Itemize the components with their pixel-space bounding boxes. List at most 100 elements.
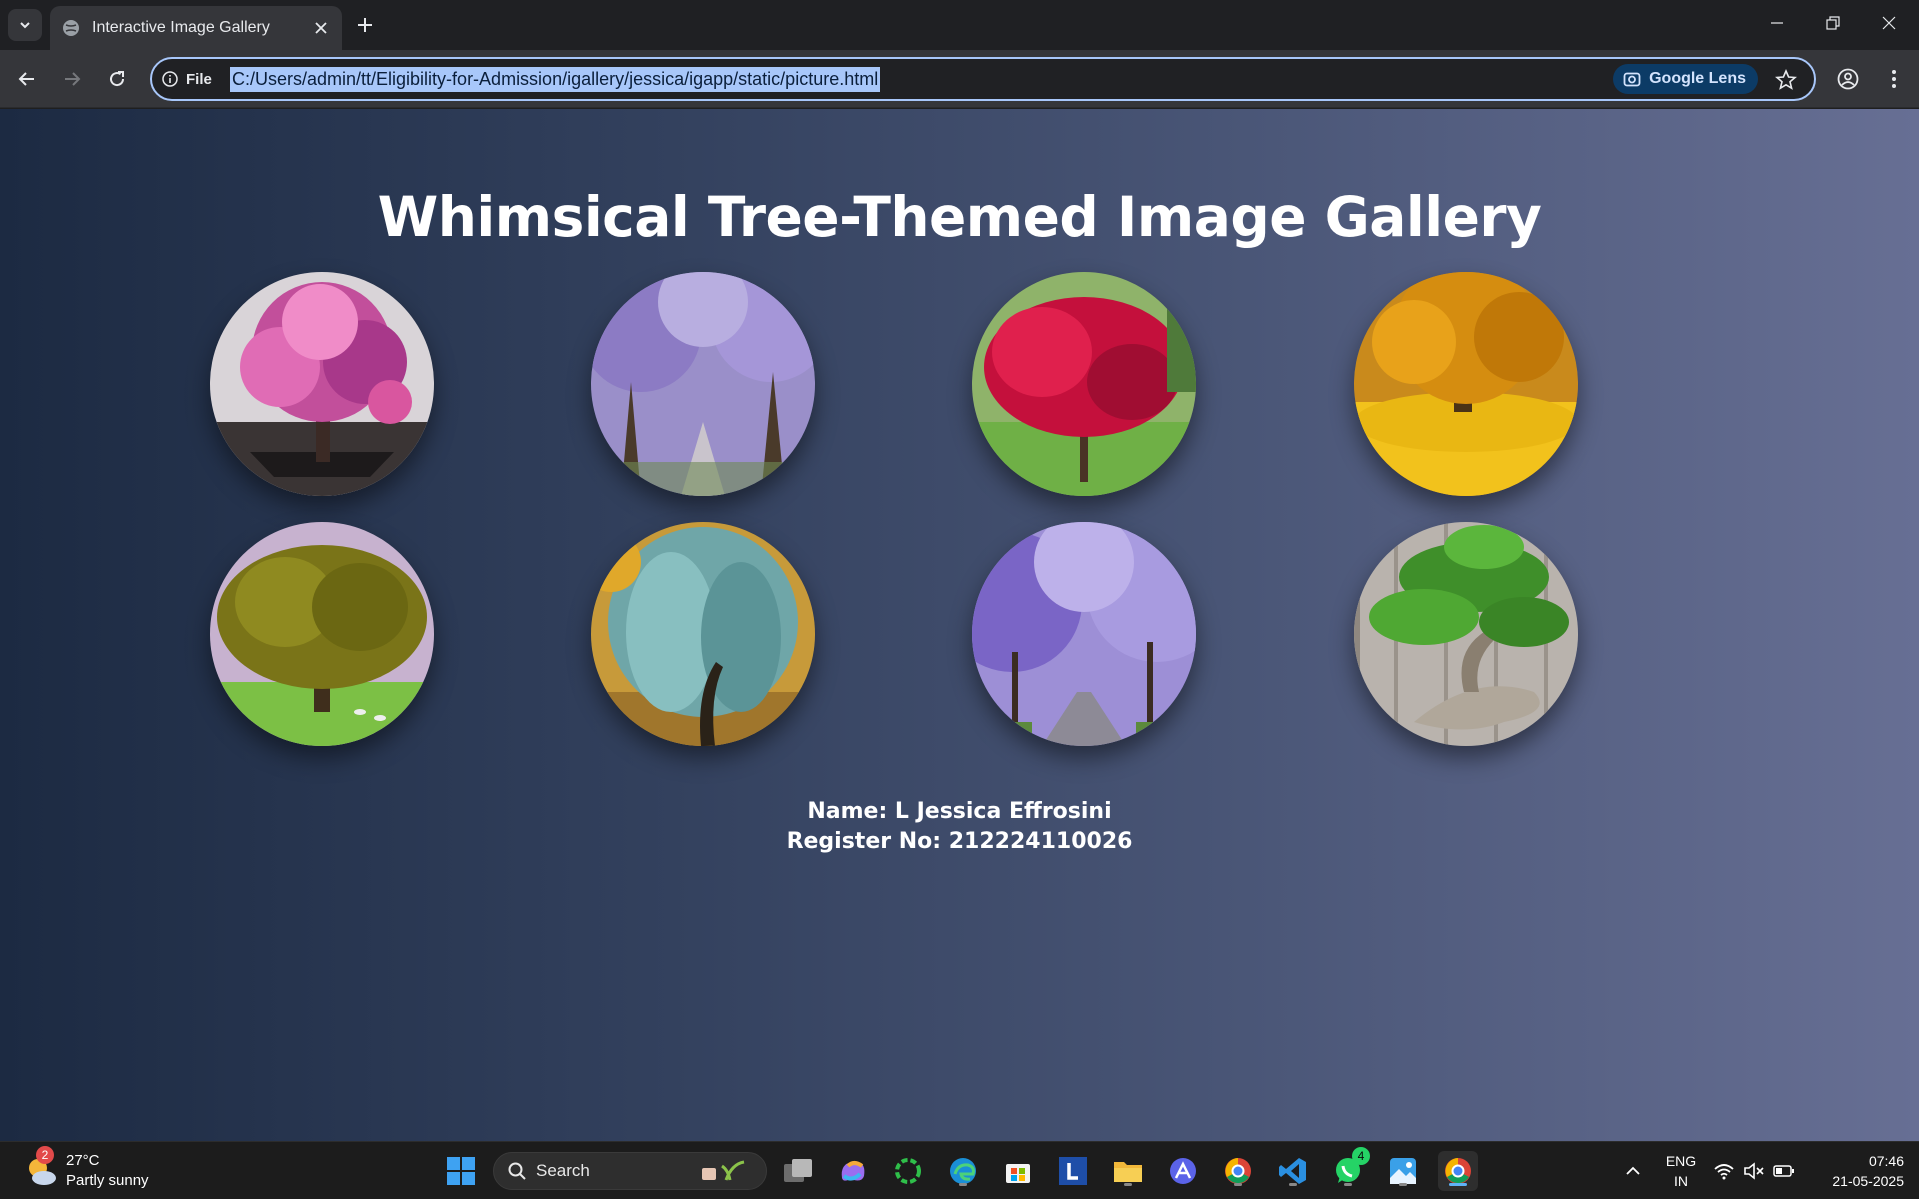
l-app[interactable] <box>1053 1151 1093 1191</box>
vscode-icon <box>1279 1158 1306 1184</box>
site-info-label: File <box>186 70 212 88</box>
show-hidden-icons-button[interactable] <box>1613 1151 1653 1191</box>
running-indicator <box>1234 1183 1242 1186</box>
close-icon <box>1882 16 1896 30</box>
new-tab-button[interactable] <box>350 10 380 40</box>
chrome-app-active[interactable] <box>1438 1151 1478 1191</box>
chevron-up-icon <box>1626 1166 1640 1175</box>
edge-icon <box>950 1158 976 1184</box>
google-lens-label: Google Lens <box>1649 70 1746 87</box>
minimize-icon <box>1771 22 1783 24</box>
running-indicator <box>1289 1183 1297 1186</box>
page-content: Whimsical Tree-Themed Image Gallery Name… <box>0 109 1919 1141</box>
whatsapp-app[interactable]: 4 <box>1328 1147 1370 1191</box>
taskbar-search[interactable]: Search <box>493 1152 767 1190</box>
wifi-icon <box>1714 1164 1734 1180</box>
minimize-button[interactable] <box>1749 0 1805 46</box>
search-icon <box>508 1162 526 1180</box>
windows-logo-icon <box>447 1157 475 1185</box>
task-view-button[interactable] <box>778 1151 818 1191</box>
gallery-image-oak-meadow[interactable] <box>210 522 434 746</box>
gallery-image-weeping-willow[interactable] <box>591 522 815 746</box>
google-lens-button[interactable]: Google Lens <box>1613 64 1758 94</box>
letter-l-icon <box>1059 1157 1087 1185</box>
start-button[interactable] <box>441 1151 481 1191</box>
clock-time: 07:46 <box>1868 1153 1904 1169</box>
browser-tab[interactable]: Interactive Image Gallery <box>50 6 342 50</box>
arc-icon <box>1170 1158 1196 1184</box>
battery-icon <box>1773 1165 1794 1177</box>
file-explorer-app[interactable] <box>1108 1151 1148 1191</box>
tab-search-button[interactable] <box>8 9 42 41</box>
address-bar[interactable]: File C:/Users/admin/tt/Eligibility-for-A… <box>150 57 1816 101</box>
photos-icon <box>1390 1158 1416 1184</box>
gallery-image-jacaranda-road[interactable] <box>972 522 1196 746</box>
active-indicator <box>1449 1183 1467 1186</box>
weather-widget[interactable]: 2 27°C Partly sunny <box>24 1146 149 1191</box>
arrow-left-icon <box>18 72 34 86</box>
language-indicator[interactable]: ENG IN <box>1662 1151 1700 1191</box>
camera-lens-icon <box>1623 72 1641 87</box>
browser-toolbar: File C:/Users/admin/tt/Eligibility-for-A… <box>0 50 1919 108</box>
jacaranda-road-image <box>972 522 1196 746</box>
profile-button[interactable] <box>1830 61 1866 97</box>
close-tab-icon[interactable] <box>306 13 336 43</box>
gallery-image-red-maple[interactable] <box>972 272 1196 496</box>
register-number: Register No: 212224110026 <box>786 829 1133 854</box>
menu-button[interactable] <box>1876 61 1912 97</box>
plus-icon <box>358 18 372 32</box>
chevron-down-icon <box>20 22 30 29</box>
speaker-muted-icon <box>1744 1162 1764 1180</box>
edge-app[interactable] <box>943 1151 983 1191</box>
info-icon <box>162 71 178 87</box>
copilot-icon <box>841 1161 865 1181</box>
jacaranda-avenue-image <box>591 272 815 496</box>
gallery-image-pink-tree[interactable] <box>210 272 434 496</box>
weeping-willow-image <box>591 522 815 746</box>
red-maple-image <box>972 272 1196 496</box>
gallery-image-jacaranda-avenue[interactable] <box>591 272 815 496</box>
tab-strip: Interactive Image Gallery <box>0 0 1919 50</box>
gallery-image-bonsai[interactable] <box>1354 522 1578 746</box>
url-text[interactable]: C:/Users/admin/tt/Eligibility-for-Admiss… <box>230 67 881 92</box>
clock[interactable]: 07:46 21-05-2025 <box>1810 1151 1910 1191</box>
bonsai-image <box>1354 522 1578 746</box>
running-indicator <box>959 1183 967 1186</box>
restore-icon <box>1826 16 1840 30</box>
search-highlight-icon <box>702 1160 745 1181</box>
student-name: Name: L Jessica Effrosini <box>807 799 1112 824</box>
site-info-chip[interactable]: File <box>162 66 212 92</box>
clock-date: 21-05-2025 <box>1832 1173 1904 1189</box>
store-app[interactable] <box>998 1151 1038 1191</box>
running-indicator <box>1124 1183 1132 1186</box>
reload-icon <box>110 71 125 87</box>
copilot-app[interactable] <box>833 1151 873 1191</box>
language-code: ENG <box>1665 1153 1697 1169</box>
circular-app[interactable] <box>888 1151 928 1191</box>
weather-temperature: 27°C <box>66 1152 100 1169</box>
vscode-app[interactable] <box>1273 1151 1313 1191</box>
close-window-button[interactable] <box>1861 0 1917 46</box>
gallery-image-ginkgo[interactable] <box>1354 272 1578 496</box>
back-button[interactable] <box>9 61 45 97</box>
bookmark-star-icon[interactable] <box>1774 68 1798 92</box>
globe-icon <box>63 20 79 36</box>
chrome-icon <box>1225 1158 1251 1184</box>
gallery-heading: Whimsical Tree-Themed Image Gallery <box>377 185 1542 249</box>
profile-icon <box>1837 68 1859 90</box>
arrow-right-icon <box>65 72 81 86</box>
photos-app[interactable] <box>1383 1151 1423 1191</box>
task-view-icon <box>784 1159 812 1182</box>
chrome-profile-app[interactable] <box>1218 1151 1258 1191</box>
quick-settings-button[interactable] <box>1706 1151 1802 1191</box>
reload-button[interactable] <box>99 61 135 97</box>
whatsapp-badge: 4 <box>1352 1147 1370 1165</box>
tab-title: Interactive Image Gallery <box>92 19 270 36</box>
arc-app[interactable] <box>1163 1151 1203 1191</box>
restore-button[interactable] <box>1805 0 1861 46</box>
oak-meadow-image <box>210 522 434 746</box>
store-icon <box>1006 1164 1030 1183</box>
folder-icon <box>1114 1162 1142 1182</box>
windows-taskbar: 2 27°C Partly sunny Search 4 ENG IN 07:4… <box>0 1141 1919 1199</box>
forward-button[interactable] <box>54 61 90 97</box>
